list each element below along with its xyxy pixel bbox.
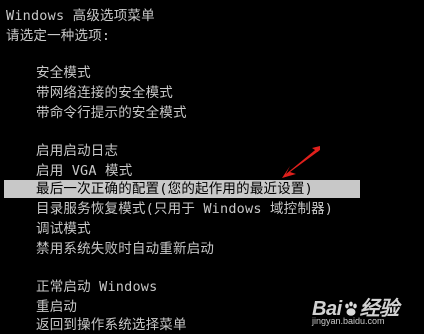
option-disable-auto-restart[interactable]: 禁用系统失败时自动重新启动 bbox=[36, 240, 214, 258]
red-arrow-icon bbox=[282, 146, 320, 178]
option-return-to-os-menu[interactable]: 返回到操作系统选择菜单 bbox=[36, 316, 187, 334]
option-reboot[interactable]: 重启动 bbox=[36, 298, 77, 316]
boot-menu-screen: Windows 高级选项菜单 请选定一种选项: 安全模式 带网络连接的安全模式 … bbox=[0, 0, 424, 334]
option-vga-mode[interactable]: 启用 VGA 模式 bbox=[36, 162, 132, 180]
watermark: Bai 经验 jingyan.baidu.com bbox=[308, 290, 418, 330]
option-safe-mode[interactable]: 安全模式 bbox=[36, 64, 91, 82]
menu-title: Windows 高级选项菜单 bbox=[6, 8, 155, 24]
option-debugging-mode[interactable]: 调试模式 bbox=[36, 220, 91, 238]
paw-icon bbox=[344, 301, 357, 316]
option-directory-services-restore[interactable]: 目录服务恢复模式(只用于 Windows 域控制器) bbox=[36, 200, 333, 218]
menu-prompt: 请选定一种选项: bbox=[6, 28, 111, 44]
option-last-known-good-selected[interactable]: 最后一次正确的配置(您的起作用的最近设置) bbox=[4, 180, 360, 198]
option-start-windows-normally[interactable]: 正常启动 Windows bbox=[36, 278, 157, 296]
option-boot-logging[interactable]: 启用启动日志 bbox=[36, 142, 118, 160]
option-safe-mode-command-prompt[interactable]: 带命令行提示的安全模式 bbox=[36, 104, 187, 122]
watermark-url: jingyan.baidu.com bbox=[312, 316, 385, 326]
option-safe-mode-networking[interactable]: 带网络连接的安全模式 bbox=[36, 84, 173, 102]
